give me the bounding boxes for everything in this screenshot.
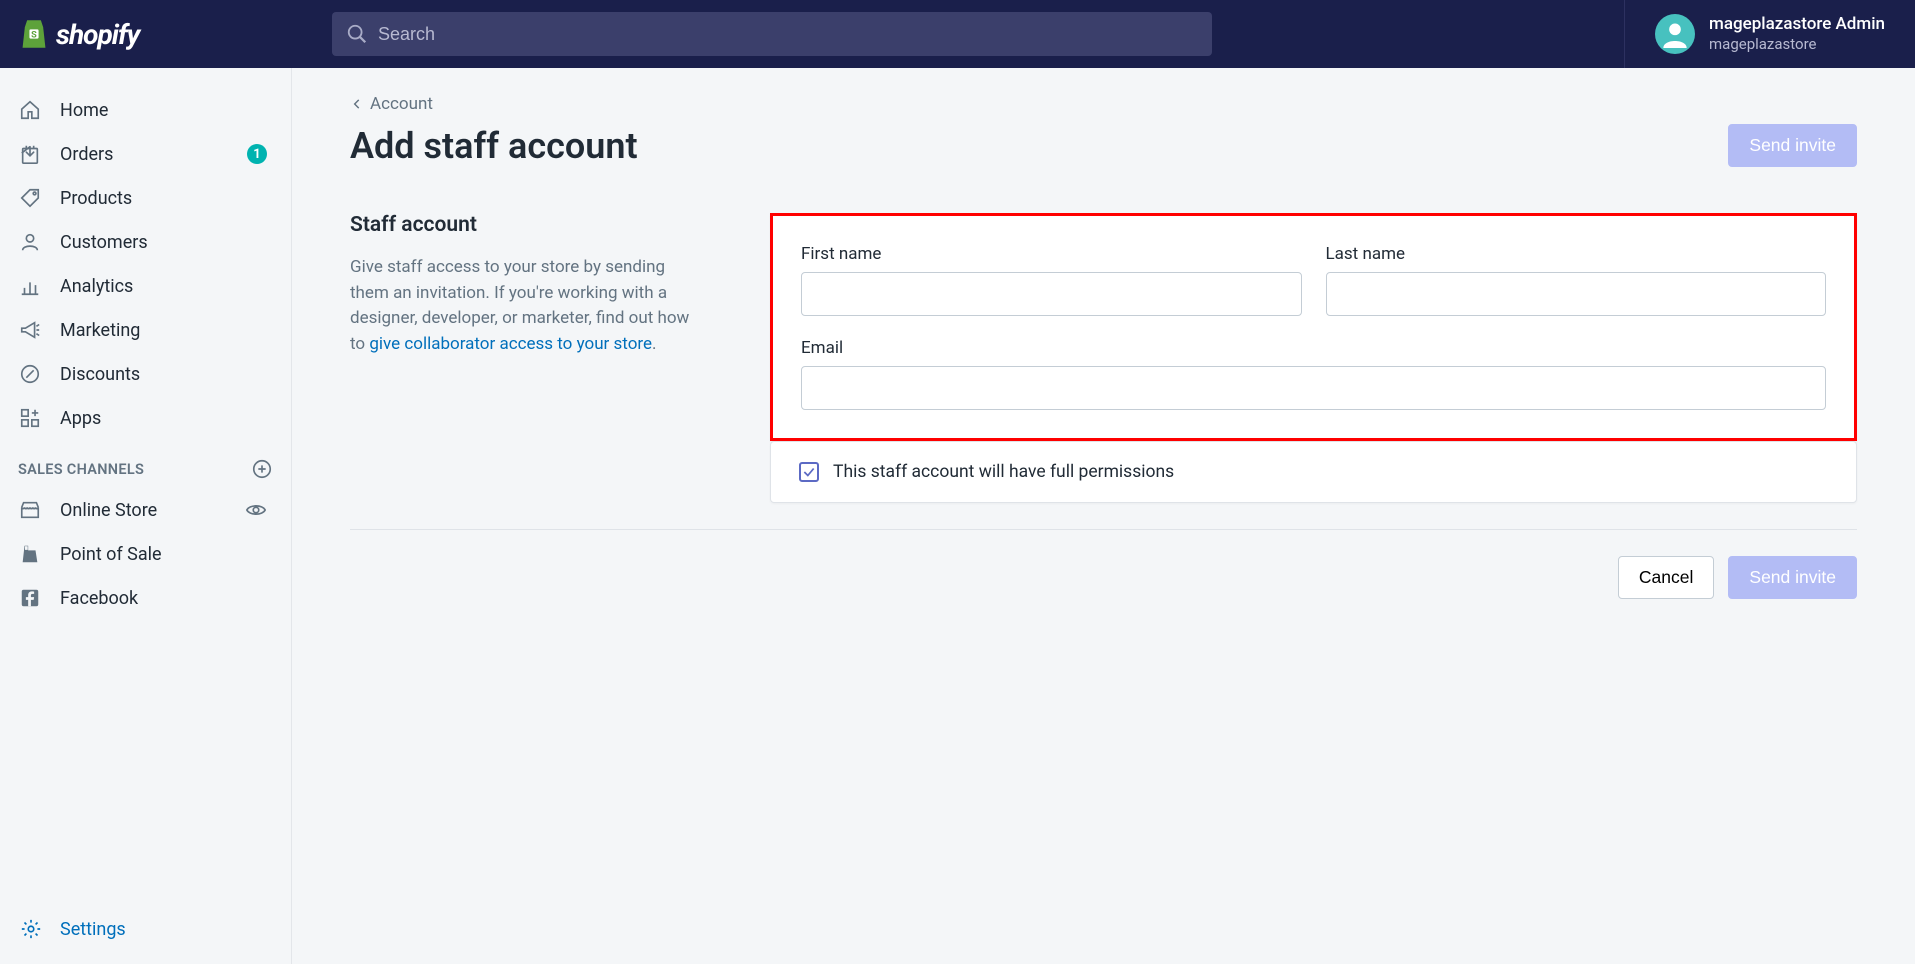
facebook-icon — [18, 586, 42, 610]
channel-online-store[interactable]: Online Store — [0, 488, 291, 532]
tag-icon — [18, 186, 42, 210]
sidebar-item-home[interactable]: Home — [0, 88, 291, 132]
sidebar-item-label: Products — [60, 188, 132, 209]
breadcrumb-account[interactable]: Account — [350, 94, 1857, 114]
orders-badge: 1 — [247, 144, 267, 164]
send-invite-button-bottom[interactable]: Send invite — [1728, 556, 1857, 599]
permissions-label: This staff account will have full permis… — [833, 462, 1174, 482]
collaborator-link[interactable]: give collaborator access to your store — [369, 334, 652, 354]
channel-point-of-sale[interactable]: Point of Sale — [0, 532, 291, 576]
full-permissions-checkbox[interactable] — [799, 462, 819, 482]
add-channel-button[interactable] — [251, 458, 273, 480]
pos-icon — [18, 542, 42, 566]
section-description: Give staff access to your store by sendi… — [350, 255, 690, 357]
view-store-icon[interactable] — [245, 499, 267, 521]
send-invite-button-top[interactable]: Send invite — [1728, 124, 1857, 167]
gear-icon — [20, 918, 42, 940]
megaphone-icon — [18, 318, 42, 342]
sidebar-item-label: Customers — [60, 232, 148, 253]
sidebar-item-settings[interactable]: Settings — [0, 904, 291, 964]
analytics-icon — [18, 274, 42, 298]
store-icon — [18, 498, 42, 522]
sidebar-item-label: Apps — [60, 408, 101, 429]
user-menu[interactable]: mageplazastore Admin mageplazastore — [1624, 0, 1915, 68]
sidebar-item-customers[interactable]: Customers — [0, 220, 291, 264]
section-title: Staff account — [350, 213, 690, 237]
last-name-label: Last name — [1326, 244, 1827, 264]
sidebar-item-orders[interactable]: Orders 1 — [0, 132, 291, 176]
sidebar-item-discounts[interactable]: Discounts — [0, 352, 291, 396]
user-name: mageplazastore Admin — [1709, 14, 1885, 35]
page-title: Add staff account — [350, 125, 638, 167]
person-icon — [18, 230, 42, 254]
sidebar-item-label: Orders — [60, 144, 113, 165]
sidebar-item-label: Home — [60, 100, 108, 121]
first-name-input[interactable] — [801, 272, 1302, 316]
apps-icon — [18, 406, 42, 430]
check-icon — [802, 465, 816, 479]
divider — [350, 529, 1857, 530]
search-icon — [346, 23, 368, 45]
first-name-label: First name — [801, 244, 1302, 264]
channel-label: Online Store — [60, 500, 157, 521]
search-bar[interactable] — [332, 12, 1212, 56]
search-input[interactable] — [378, 24, 1198, 45]
sidebar-item-label: Discounts — [60, 364, 140, 385]
logo-text: shopify — [56, 18, 139, 51]
channel-facebook[interactable]: Facebook — [0, 576, 291, 620]
sidebar-item-products[interactable]: Products — [0, 176, 291, 220]
channel-label: Point of Sale — [60, 544, 162, 565]
cancel-button[interactable]: Cancel — [1618, 556, 1714, 599]
sidebar-item-analytics[interactable]: Analytics — [0, 264, 291, 308]
chevron-left-icon — [350, 97, 364, 111]
shopify-bag-icon: S — [20, 18, 48, 50]
permissions-card: This staff account will have full permis… — [770, 441, 1857, 503]
channel-label: Facebook — [60, 588, 138, 609]
staff-form-card: First name Last name Email — [770, 213, 1857, 441]
discount-icon — [18, 362, 42, 386]
sidebar-item-label: Analytics — [60, 276, 133, 297]
last-name-input[interactable] — [1326, 272, 1827, 316]
svg-text:S: S — [31, 30, 37, 40]
email-label: Email — [801, 338, 1826, 358]
sales-channels-heading: SALES CHANNELS — [0, 440, 291, 488]
home-icon — [18, 98, 42, 122]
logo[interactable]: S shopify — [0, 18, 292, 51]
sidebar-item-marketing[interactable]: Marketing — [0, 308, 291, 352]
user-store: mageplazastore — [1709, 35, 1885, 54]
avatar — [1655, 14, 1695, 54]
sidebar-item-apps[interactable]: Apps — [0, 396, 291, 440]
email-input[interactable] — [801, 366, 1826, 410]
orders-icon — [18, 142, 42, 166]
sidebar-item-label: Marketing — [60, 320, 140, 341]
